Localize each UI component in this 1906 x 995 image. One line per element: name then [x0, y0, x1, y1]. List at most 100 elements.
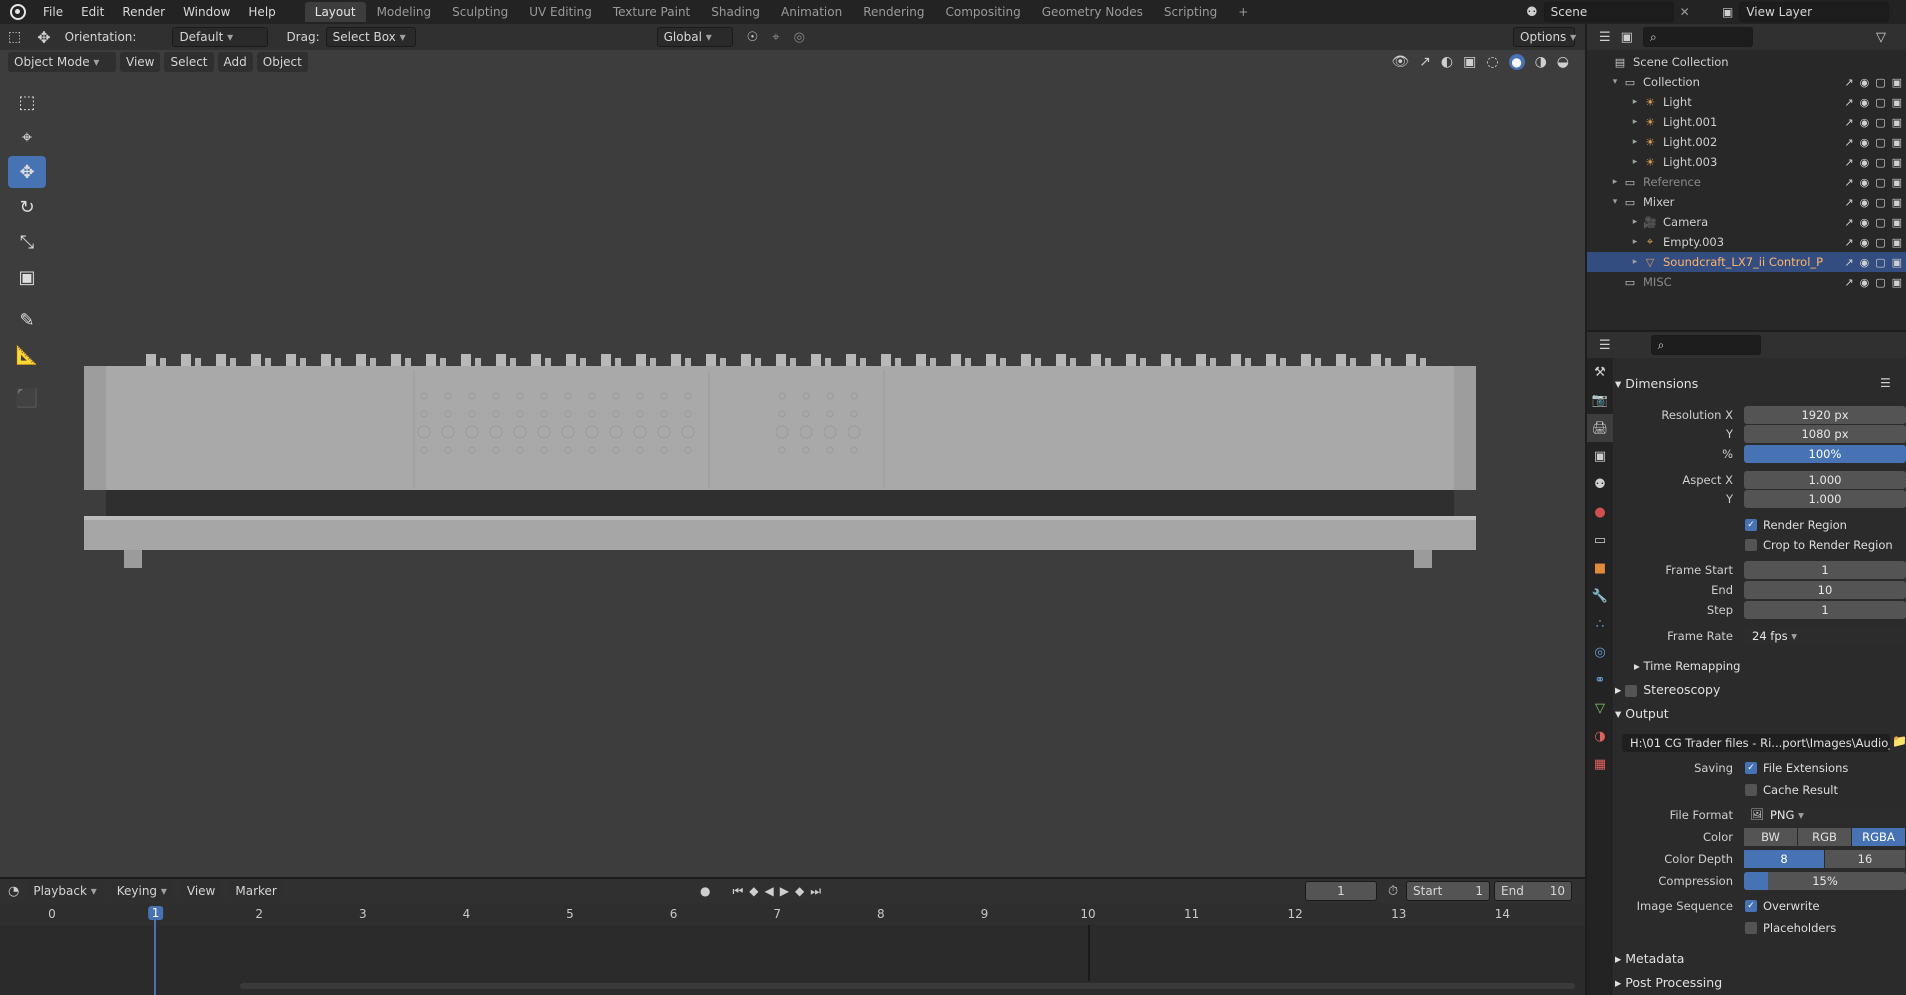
time-remapping-subpanel[interactable]: ▸ Time Remapping	[1634, 659, 1740, 673]
orientation-dropdown[interactable]: Default	[172, 27, 269, 47]
pivot-icon[interactable]: ☉	[747, 30, 759, 45]
cache-result-checkbox[interactable]: Cache Result	[1745, 783, 1838, 797]
world-tab-icon[interactable]: ●	[1587, 498, 1613, 526]
xray-icon[interactable]: ▣	[1463, 54, 1476, 70]
frame-tick-8[interactable]: 8	[877, 907, 885, 921]
frame-tick-5[interactable]: 5	[566, 907, 574, 921]
collection-tab-icon[interactable]: ▭	[1587, 526, 1613, 554]
wireframe-shading-icon[interactable]: ◌	[1486, 54, 1498, 70]
measure-tool-icon[interactable]: 📐	[8, 339, 46, 371]
material-tab-icon[interactable]: ◑	[1587, 722, 1613, 750]
frame-tick-9[interactable]: 9	[981, 907, 989, 921]
select-toggle-icon[interactable]: ↗	[1844, 256, 1853, 269]
menu-edit[interactable]: Edit	[72, 0, 113, 24]
playhead[interactable]	[154, 920, 156, 995]
output-panel-title[interactable]: ▾ Output	[1615, 706, 1669, 721]
workspace-tab-geometry-nodes[interactable]: Geometry Nodes	[1032, 2, 1153, 22]
frame-tick-13[interactable]: 13	[1391, 907, 1406, 921]
hide-toggle-icon[interactable]: ◉	[1860, 236, 1870, 249]
render-toggle-icon[interactable]: ▣	[1892, 176, 1902, 189]
render-toggle-icon[interactable]: ▣	[1892, 136, 1902, 149]
drag-dropdown[interactable]: Select Box	[325, 27, 416, 47]
annotate-tool-icon[interactable]: ✎	[8, 304, 46, 336]
file-extensions-checkbox[interactable]: ✓ File Extensions	[1745, 761, 1848, 775]
frame-tick-12[interactable]: 12	[1288, 907, 1303, 921]
select-toggle-icon[interactable]: ↗	[1844, 196, 1853, 209]
particles-tab-icon[interactable]: ∴	[1587, 610, 1613, 638]
workspace-tab-sculpting[interactable]: Sculpting	[442, 2, 518, 22]
folder-icon[interactable]: 📁	[1892, 734, 1906, 748]
jump-start-icon[interactable]: ⏮	[732, 884, 743, 899]
select-toggle-icon[interactable]: ↗	[1844, 116, 1853, 129]
tree-toggle-icon[interactable]: ▸	[1629, 137, 1641, 147]
post-processing-panel-title[interactable]: ▸ Post Processing	[1615, 975, 1722, 990]
dimensions-panel-title[interactable]: ▾ Dimensions	[1615, 376, 1698, 391]
properties-search-input[interactable]: ⌕	[1650, 335, 1761, 355]
end-frame-field[interactable]: End 10	[1494, 881, 1572, 901]
overwrite-checkbox[interactable]: ✓ Overwrite	[1745, 899, 1820, 913]
tree-toggle-icon[interactable]: ▾	[1609, 197, 1621, 207]
output-path-field[interactable]: H:\01 CG Trader files - Ri...port\Images…	[1622, 734, 1890, 752]
frame-tick-7[interactable]: 7	[773, 907, 781, 921]
workspace-tab-shading[interactable]: Shading	[701, 2, 770, 22]
tree-toggle-icon[interactable]: ▸	[1629, 237, 1641, 247]
frame-tick-11[interactable]: 11	[1184, 907, 1199, 921]
frame-tick-4[interactable]: 4	[463, 907, 471, 921]
resolution-pct-field[interactable]: 100%	[1744, 445, 1906, 463]
outliner-row-empty-003[interactable]: ▸ ⌖ Empty.003 ↗ ◉ ▢ ▣	[1587, 232, 1906, 252]
viewport-menu-object[interactable]: Object	[256, 52, 308, 72]
cursor-tool-icon[interactable]: ⌖	[8, 121, 46, 153]
color-rgb-option[interactable]: RGB	[1798, 828, 1851, 846]
modifier-tab-icon[interactable]: 🔧	[1587, 582, 1613, 610]
add-cube-tool-icon[interactable]: ⬛	[8, 382, 46, 414]
tree-toggle-icon[interactable]: ▸	[1609, 177, 1621, 187]
color-mode-selector[interactable]: BW RGB RGBA	[1744, 828, 1906, 846]
viewport-toggle-icon[interactable]: ▢	[1875, 116, 1885, 129]
output-tab-icon[interactable]: 🖨	[1587, 414, 1613, 442]
select-toggle-icon[interactable]: ↗	[1844, 96, 1853, 109]
color-bw-option[interactable]: BW	[1744, 828, 1797, 846]
scene-name-field[interactable]: Scene	[1543, 2, 1674, 22]
tree-toggle-icon[interactable]: ▾	[1609, 77, 1621, 87]
outliner-row-soundcraft-lx7-ii-control-p[interactable]: ▸ ▽ Soundcraft_LX7_ii Control_P ↗ ◉ ▢ ▣	[1587, 252, 1906, 272]
viewport-toggle-icon[interactable]: ▢	[1875, 236, 1885, 249]
snap-icon[interactable]: ⌖	[772, 30, 779, 45]
mixer-3d-model[interactable]	[84, 348, 1476, 573]
start-frame-field[interactable]: Start 1	[1406, 881, 1490, 901]
properties-editor-type-icon[interactable]: ☰	[1599, 338, 1611, 353]
hide-toggle-icon[interactable]: ◉	[1860, 256, 1870, 269]
outliner-search-input[interactable]: ⌕	[1642, 27, 1753, 47]
texture-tab-icon[interactable]: ▦	[1587, 750, 1613, 778]
viewport-menu-select[interactable]: Select	[164, 52, 214, 72]
viewport-toggle-icon[interactable]: ▢	[1875, 276, 1885, 289]
viewport-toggle-icon[interactable]: ▢	[1875, 196, 1885, 209]
tree-toggle-icon[interactable]: ▸	[1629, 117, 1641, 127]
solid-shading-icon[interactable]: ●	[1508, 54, 1525, 70]
select-toggle-icon[interactable]: ↗	[1844, 136, 1853, 149]
scene-selector[interactable]: ⚉ Scene ✕	[1526, 2, 1716, 22]
render-toggle-icon[interactable]: ▣	[1892, 116, 1902, 129]
current-frame-field[interactable]: 1	[1305, 881, 1377, 901]
color-depth-selector[interactable]: 8 16	[1744, 850, 1906, 868]
workspace-tab-uv-editing[interactable]: UV Editing	[519, 2, 602, 22]
add-workspace-button[interactable]: +	[1228, 2, 1258, 22]
viewport-toggle-icon[interactable]: ▢	[1875, 176, 1885, 189]
constraints-tab-icon[interactable]: ⚭	[1587, 666, 1613, 694]
stereoscopy-checkbox[interactable]	[1625, 684, 1638, 697]
workspace-tab-animation[interactable]: Animation	[771, 2, 852, 22]
file-format-dropdown[interactable]: PNG	[1744, 806, 1906, 824]
object-tab-icon[interactable]: ■	[1587, 554, 1613, 582]
outliner-row-mixer[interactable]: ▾ ▭ Mixer ↗ ◉ ▢ ▣	[1587, 192, 1906, 212]
aspect-y-field[interactable]: 1.000	[1744, 490, 1906, 508]
keying-menu[interactable]: Keying	[110, 881, 173, 901]
select-toggle-icon[interactable]: ↗	[1844, 276, 1853, 289]
outliner-row-light-001[interactable]: ▸ ☀ Light.001 ↗ ◉ ▢ ▣	[1587, 112, 1906, 132]
frame-tick-10[interactable]: 10	[1080, 907, 1095, 921]
proportional-edit-icon[interactable]: ◎	[794, 30, 805, 45]
color-depth-8-option[interactable]: 8	[1744, 850, 1824, 868]
data-tab-icon[interactable]: ▽	[1587, 694, 1613, 722]
view-layer-name-field[interactable]: View Layer	[1739, 2, 1890, 22]
overlay-icon[interactable]: ◐	[1441, 54, 1453, 70]
hide-toggle-icon[interactable]: ◉	[1860, 156, 1870, 169]
next-keyframe-icon[interactable]: ◆	[795, 884, 804, 898]
